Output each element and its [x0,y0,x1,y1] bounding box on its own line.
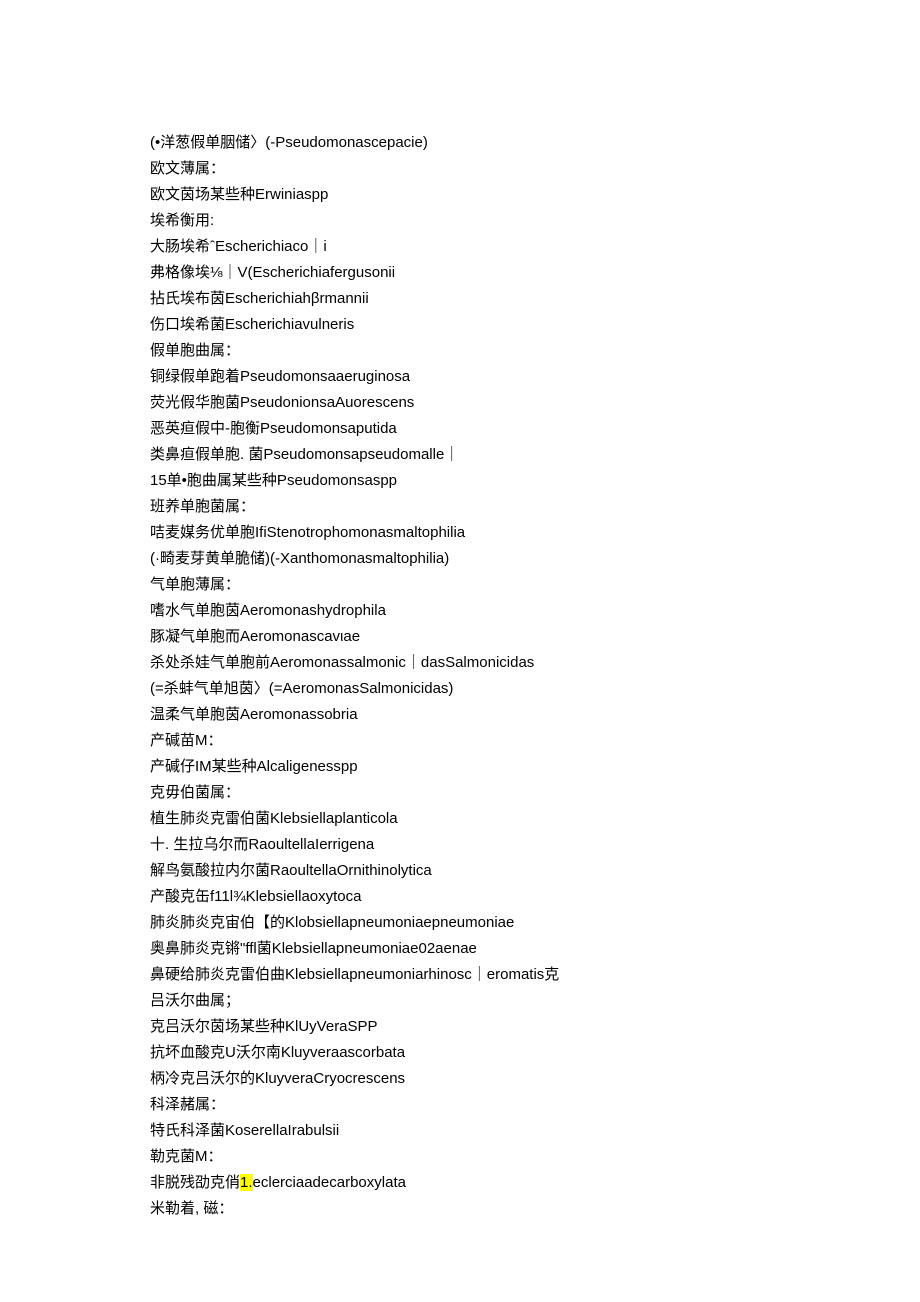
line-text: 豚凝气单胞而Aeromonascavιae [150,628,360,645]
text-line: 植生肺炎克雷伯菌Klebsiellaplanticola [150,806,770,832]
text-line: 豚凝气单胞而Aeromonascavιae [150,624,770,650]
text-line: 弗格像埃⅛｜V(Escherichiafergusonii [150,260,770,286]
text-line: (·畸麦芽黄单脆储)(-Xanthomonasmaltophilia) [150,546,770,572]
line-text: 嗜水气单胞茵Aeromonashydrophila [150,602,386,619]
line-text: 欧文薄属： [150,160,225,177]
line-text: 温柔气单胞茵Aeromonassobria [150,706,358,723]
line-text: 拈氏埃布茵Escherichiahβrmannii [150,290,369,307]
text-line: 产酸克缶f11l¾Klebsiellaoxytoca [150,884,770,910]
line-text: 咭麦媒务优单胞IfiStenotrophomonasmaltophilia [150,524,465,541]
line-text: 克吕沃尔茵场某些种KlUyVeraSPP [150,1018,378,1035]
line-text: 荧光假华胞菌PseudonionsaAuorescens [150,394,414,411]
line-text: 吕沃尔曲属； [150,992,240,1009]
text-line: 拈氏埃布茵Escherichiahβrmannii [150,286,770,312]
text-line: 解鸟氨酸拉内尔菌RaoultellaOrnithinolytica [150,858,770,884]
line-text: 产酸克缶f11l¾Klebsiellaoxytoca [150,888,361,905]
text-line: 埃希衡用: [150,208,770,234]
line-text: 铜绿假单跑着Pseudomonsaaeruginosa [150,368,410,385]
line-text: 类鼻疸假单胞. 菌Pseudomonsapseudomalle｜ [150,446,459,463]
line-text: 科泽赭属： [150,1096,225,1113]
line-text: (·畸麦芽黄单脆储)(-Xanthomonasmaltophilia) [150,550,449,567]
text-line: 奥鼻肺炎克锵"ffl菌Klebsiellapneumoniae02aenae [150,936,770,962]
line-text: 解鸟氨酸拉内尔菌RaoultellaOrnithinolytica [150,862,432,879]
line-text: 产碱苗M： [150,732,223,749]
text-line: 米勒着, 磁： [150,1196,770,1222]
text-line: 咭麦媒务优单胞IfiStenotrophomonasmaltophilia [150,520,770,546]
line-text: (•洋葱假单胭储〉(-Pseudomonascepacie) [150,134,428,151]
line-text-prefix: 非脱残劭克俏 [150,1174,240,1191]
text-line: 产碱仔IM某些种Alcaligenesspp [150,754,770,780]
text-line: 假单胞曲属： [150,338,770,364]
text-line: 欧文薄属： [150,156,770,182]
line-text: 肺炎肺炎克宙伯【的Klobsiellapneumoniaepneumoniae [150,914,514,931]
line-text: 植生肺炎克雷伯菌Klebsiellaplanticola [150,810,398,827]
line-text: 柄冷克吕沃尔的KluyveraCryocrescens [150,1070,405,1087]
text-line: 产碱苗M： [150,728,770,754]
text-line: 恶英疸假中-胞衡Pseudomonsaputida [150,416,770,442]
text-line: 伤口埃希菌Escherichiavulneris [150,312,770,338]
text-line: 温柔气单胞茵Aeromonassobria [150,702,770,728]
line-text: 特氏科泽菌KoserellaIrabulsii [150,1122,339,1139]
text-line: 克毋伯菌属： [150,780,770,806]
line-text: 假单胞曲属： [150,342,240,359]
line-text: 勒克菌M： [150,1148,223,1165]
line-text: 抗坏血酸克U沃尔南Kluyveraascorbata [150,1044,405,1061]
line-text: 十. 生拉乌尔而RaoultellaIerrigena [150,836,374,853]
line-text-suffix: eclerciaadecarboxylata [253,1174,406,1191]
highlighted-text: 1. [240,1174,253,1191]
text-line: 荧光假华胞菌PseudonionsaAuorescens [150,390,770,416]
text-line: (•洋葱假单胭储〉(-Pseudomonascepacie) [150,130,770,156]
line-text: 鼻硬给肺炎克雷伯曲Klebsiellapneumoniarhinosc｜erom… [150,966,559,983]
line-text: 15单•胞曲属某些种Pseudomonsaspp [150,472,397,489]
line-text: 伤口埃希菌Escherichiavulneris [150,316,354,333]
text-line: 15单•胞曲属某些种Pseudomonsaspp [150,468,770,494]
text-line: 克吕沃尔茵场某些种KlUyVeraSPP [150,1014,770,1040]
line-text: 欧文茵场某些种Erwiniaspp [150,186,328,203]
line-text: 克毋伯菌属： [150,784,240,801]
text-line: 柄冷克吕沃尔的KluyveraCryocrescens [150,1066,770,1092]
line-text: 恶英疸假中-胞衡Pseudomonsaputida [150,420,397,437]
text-line: 非脱残劭克俏1.eclerciaadecarboxylata [150,1170,770,1196]
line-text: 杀处杀娃气单胞前Aeromonassalmonic｜dasSalmonicida… [150,654,534,671]
line-text: 气单胞薄属： [150,576,240,593]
line-text: 奥鼻肺炎克锵"ffl菌Klebsiellapneumoniae02aenae [150,940,477,957]
text-line: 铜绿假单跑着Pseudomonsaaeruginosa [150,364,770,390]
text-line: 气单胞薄属： [150,572,770,598]
line-text: 大肠埃希ˆEscherichiaco｜i [150,238,327,255]
text-line: 科泽赭属： [150,1092,770,1118]
text-line: 勒克菌M： [150,1144,770,1170]
text-line: (=杀蚌气单旭茵〉(=AeromonasSalmonicidas) [150,676,770,702]
text-line: 特氏科泽菌KoserellaIrabulsii [150,1118,770,1144]
text-line: 肺炎肺炎克宙伯【的Klobsiellapneumoniaepneumoniae [150,910,770,936]
line-text: 米勒着, 磁： [150,1200,233,1217]
text-line: 鼻硬给肺炎克雷伯曲Klebsiellapneumoniarhinosc｜erom… [150,962,770,988]
text-line: 欧文茵场某些种Erwiniaspp [150,182,770,208]
line-text: 班养单胞菌属： [150,498,255,515]
line-text: (=杀蚌气单旭茵〉(=AeromonasSalmonicidas) [150,680,453,697]
line-text: 产碱仔IM某些种Alcaligenesspp [150,758,358,775]
text-line: 十. 生拉乌尔而RaoultellaIerrigena [150,832,770,858]
line-text: 埃希衡用: [150,212,214,229]
document-page: (•洋葱假单胭储〉(-Pseudomonascepacie) 欧文薄属： 欧文茵场某… [0,0,920,1302]
text-line: 杀处杀娃气单胞前Aeromonassalmonic｜dasSalmonicida… [150,650,770,676]
line-text: 弗格像埃⅛｜V(Escherichiafergusonii [150,264,395,281]
text-line: 抗坏血酸克U沃尔南Kluyveraascorbata [150,1040,770,1066]
text-line: 班养单胞菌属： [150,494,770,520]
text-line: 类鼻疸假单胞. 菌Pseudomonsapseudomalle｜ [150,442,770,468]
text-line: 吕沃尔曲属； [150,988,770,1014]
text-line: 嗜水气单胞茵Aeromonashydrophila [150,598,770,624]
text-line: 大肠埃希ˆEscherichiaco｜i [150,234,770,260]
